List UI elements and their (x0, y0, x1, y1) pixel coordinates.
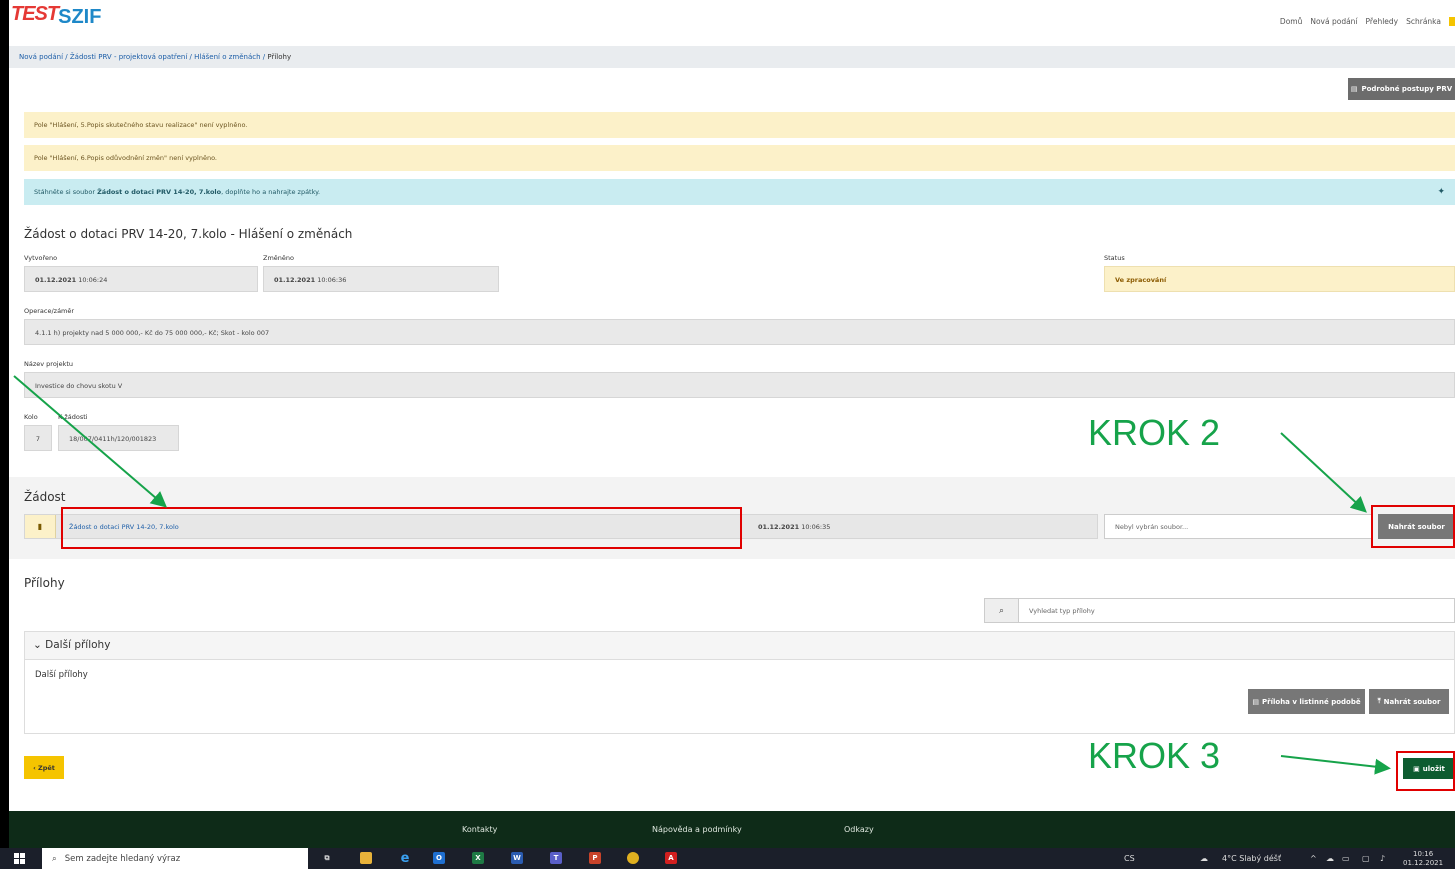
tray-battery-icon[interactable]: ▭ (1342, 854, 1350, 863)
powerpoint-icon[interactable]: P (589, 852, 601, 864)
dalsi-prilohy-label: Další přílohy (35, 670, 88, 680)
upload-icon: ⤒ (1377, 697, 1381, 705)
file-select-input[interactable]: Nebyl vybrán soubor... (1104, 514, 1372, 539)
footer: Kontakty Nápověda a podmínky Odkazy (9, 811, 1455, 848)
dalsi-prilohy-toggle[interactable]: ⌄ Další přílohy (25, 632, 1454, 660)
windows-taskbar: ⌕ Sem zadejte hledaný výraz ⧉ e O X W T … (0, 848, 1455, 869)
breadcrumb: Nová podání / Žádosti PRV - projektová o… (9, 46, 1455, 68)
search-icon[interactable]: ⌕ (985, 599, 1019, 622)
footer-napoveda[interactable]: Nápověda a podmínky (652, 825, 742, 834)
chrome-icon[interactable] (627, 852, 639, 864)
krok-2-label: KROK 2 (1088, 412, 1221, 453)
clock-time[interactable]: 10:16 (1413, 850, 1433, 858)
chevron-down-icon: ⌄ (33, 639, 42, 651)
footer-odkazy[interactable]: Odkazy (844, 825, 874, 834)
zpet-button[interactable]: ‹ Zpět (24, 756, 64, 779)
search-icon: ⌕ (52, 853, 57, 864)
warning-alert: Pole "Hlášení, 6.Popis odůvodnění změn" … (24, 145, 1455, 171)
annotation-box-save (1396, 751, 1455, 791)
page-title: Žádost o dotaci PRV 14-20, 7.kolo - Hláš… (24, 227, 353, 241)
zadost-heading: Žádost (24, 490, 66, 504)
acrobat-icon[interactable]: A (665, 852, 677, 864)
breadcrumb-item[interactable]: Nová podání (19, 53, 63, 61)
nazev-projektu-label: Název projektu (24, 360, 74, 368)
zmeneno-label: Změněno (263, 254, 294, 262)
document-icon: ▤ (1350, 85, 1358, 93)
status-label: Status (1104, 254, 1125, 262)
nazev-projektu-field: Investice do chovu skotu V (24, 372, 1455, 398)
zmeneno-field: 01.12.2021 10:06:36 (263, 266, 499, 292)
operace-field: 4.1.1 h) projekty nad 5 000 000,- Kč do … (24, 319, 1455, 345)
outlook-icon[interactable]: O (433, 852, 445, 864)
weather-widget[interactable]: 4°C Slabý déšť (1222, 854, 1281, 863)
dalsi-prilohy-panel: ⌄ Další přílohy Další přílohy (24, 631, 1455, 734)
document-icon: ▤ (1252, 697, 1259, 706)
weather-cloud-icon: ☁ (1200, 854, 1208, 863)
footer-kontakty[interactable]: Kontakty (462, 825, 497, 834)
annotation-box-file (61, 507, 742, 549)
nahrat-soubor-priloha-button[interactable]: ⤒ Nahrát soubor (1369, 689, 1449, 714)
annotation-box-upload (1371, 505, 1455, 548)
podrobne-postupy-button[interactable]: ▤ Podrobné postupy PRV (1348, 78, 1455, 100)
tray-onedrive-icon[interactable]: ☁ (1326, 854, 1334, 863)
info-alert: Stáhněte si soubor Žádost o dotaci PRV 1… (24, 179, 1455, 205)
vytvoreno-label: Vytvořeno (24, 254, 58, 262)
left-edge (0, 0, 9, 848)
task-view-icon[interactable]: ⧉ (321, 852, 333, 864)
k-zadosti-label: K žádosti (58, 413, 88, 421)
top-bar: TESTSZIF Domů Nová podání Přehledy Schrá… (9, 0, 1455, 44)
szif-logo[interactable]: TESTSZIF (11, 3, 101, 29)
kolo-label: Kolo (24, 413, 38, 421)
word-icon[interactable]: W (511, 852, 523, 864)
top-nav: Domů Nová podání Přehledy Schránka (1280, 17, 1455, 26)
breadcrumb-item[interactable]: Hlášení o změnách (194, 53, 260, 61)
k-zadosti-field: 18/007/0411h/120/001823 (58, 425, 179, 451)
kolo-field: 7 (24, 425, 52, 451)
tray-network-icon[interactable]: ▢ (1362, 854, 1370, 863)
warning-alert: Pole "Hlášení, 5.Popis skutečného stavu … (24, 112, 1455, 138)
excel-icon[interactable]: X (472, 852, 484, 864)
priloha-listinna-button[interactable]: ▤ Příloha v listinné podobě (1248, 689, 1365, 714)
file-explorer-icon[interactable] (360, 852, 372, 864)
keyboard-language[interactable]: CS (1124, 854, 1135, 863)
teams-icon[interactable]: T (550, 852, 562, 864)
tray-chevron-up-icon[interactable]: ^ (1310, 854, 1317, 863)
prilohy-heading: Přílohy (24, 576, 65, 590)
edge-icon[interactable]: e (399, 851, 411, 866)
nav-prehledy[interactable]: Přehledy (1366, 17, 1399, 26)
krok-3-label: KROK 3 (1088, 735, 1221, 776)
windows-start-icon[interactable] (14, 853, 25, 864)
status-badge: Ve zpracování (1104, 266, 1455, 292)
priloha-search: ⌕ Vyhledat typ přílohy (984, 598, 1455, 623)
vytvoreno-field: 01.12.2021 10:06:24 (24, 266, 258, 292)
nav-domu[interactable]: Domů (1280, 17, 1302, 26)
nav-nova-podani[interactable]: Nová podání (1310, 17, 1357, 26)
priloha-search-input[interactable]: Vyhledat typ přílohy (1029, 607, 1095, 615)
browser-page: TESTSZIF Domů Nová podání Přehledy Schrá… (0, 0, 1455, 848)
breadcrumb-current: Přílohy (267, 53, 292, 61)
file-icon: ▮ (25, 515, 56, 538)
clock-date[interactable]: 01.12.2021 (1403, 859, 1443, 867)
zadost-file-date: 01.12.2021 10:06:35 (758, 523, 831, 531)
user-badge-icon[interactable] (1449, 17, 1455, 26)
breadcrumb-item[interactable]: Žádosti PRV - projektová opatření (70, 53, 187, 61)
nav-schranka[interactable]: Schránka (1406, 17, 1441, 26)
tray-volume-icon[interactable]: ♪ (1380, 854, 1385, 863)
pin-icon[interactable]: ✦ (1437, 187, 1445, 197)
taskbar-search[interactable]: ⌕ Sem zadejte hledaný výraz (42, 848, 308, 869)
operace-label: Operace/záměr (24, 307, 75, 315)
